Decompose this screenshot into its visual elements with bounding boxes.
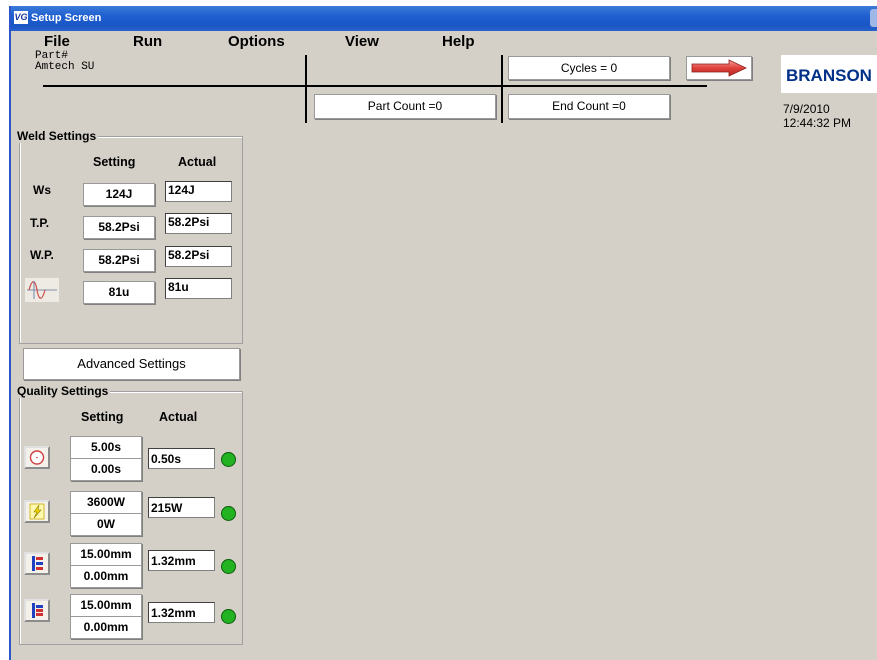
power-icon[interactable] (24, 500, 50, 523)
tp-label: T.P. (30, 216, 50, 230)
power-low-setting[interactable]: 0W (70, 513, 142, 536)
cycles-display: Cycles = 0 (508, 56, 670, 80)
tp-setting[interactable]: 58.2Psi (83, 216, 155, 239)
setup-window: VG Setup Screen File Run Options View He… (9, 6, 877, 660)
time-status-led (221, 452, 236, 467)
time-display: 12:44:32 PM (783, 116, 852, 130)
power-status-led (221, 506, 236, 521)
advanced-settings-button[interactable]: Advanced Settings (23, 348, 240, 380)
title-bar: VG Setup Screen (11, 6, 877, 31)
absolute-actual: 1.32mm (148, 602, 215, 623)
collapse-low-setting[interactable]: 0.00mm (70, 565, 142, 588)
wp-actual: 58.2Psi (165, 246, 232, 267)
quality-settings-title: Quality Settings (15, 384, 111, 398)
collapse-distance-icon[interactable] (24, 552, 50, 575)
menu-run[interactable]: Run (133, 33, 162, 50)
weld-actual-header: Actual (178, 155, 217, 169)
amplitude-wave-icon (25, 278, 59, 302)
absolute-high-setting[interactable]: 15.00mm (70, 594, 142, 617)
quality-actual-header: Actual (159, 410, 198, 424)
weld-setting-header: Setting (93, 155, 136, 169)
close-button[interactable] (870, 9, 877, 27)
header-divider (43, 85, 707, 87)
branson-logo: BRANSON (781, 55, 877, 93)
collapse-status-led (221, 559, 236, 574)
ws-label: Ws (33, 183, 51, 197)
menu-options[interactable]: Options (228, 33, 285, 50)
absolute-distance-icon[interactable] (24, 599, 50, 622)
end-count-display: End Count =0 (508, 94, 670, 119)
run-arrow-button[interactable] (686, 56, 752, 80)
collapse-high-setting[interactable]: 15.00mm (70, 543, 142, 566)
time-low-setting[interactable]: 0.00s (70, 458, 142, 481)
time-actual: 0.50s (148, 448, 215, 469)
date-display: 7/9/2010 (783, 102, 830, 116)
wp-setting[interactable]: 58.2Psi (83, 249, 155, 272)
ws-setting[interactable]: 124J (83, 183, 155, 206)
ws-actual: 124J (165, 181, 232, 202)
amplitude-actual: 81u (165, 278, 232, 299)
weld-settings-title: Weld Settings (15, 129, 99, 143)
menu-view[interactable]: View (345, 33, 379, 50)
power-actual: 215W (148, 497, 215, 518)
menu-bar: File Run Options View Help (11, 31, 877, 51)
arrow-right-icon (691, 59, 747, 77)
header-separator-1 (305, 55, 307, 123)
part-count-display: Part Count =0 (314, 94, 496, 119)
menu-file[interactable]: File (44, 33, 70, 50)
window-title: Setup Screen (31, 12, 102, 24)
collapse-actual: 1.32mm (148, 550, 215, 571)
menu-help[interactable]: Help (442, 33, 475, 50)
quality-setting-header: Setting (81, 410, 124, 424)
tp-actual: 58.2Psi (165, 213, 232, 234)
timer-icon[interactable] (24, 446, 50, 469)
power-high-setting[interactable]: 3600W (70, 491, 142, 514)
header-separator-2 (501, 55, 503, 123)
absolute-status-led (221, 609, 236, 624)
time-high-setting[interactable]: 5.00s (70, 436, 142, 459)
part-value: Amtech SU (35, 61, 95, 73)
app-icon: VG (14, 11, 28, 24)
absolute-low-setting[interactable]: 0.00mm (70, 616, 142, 639)
amplitude-setting[interactable]: 81u (83, 281, 155, 304)
wp-label: W.P. (30, 248, 54, 262)
